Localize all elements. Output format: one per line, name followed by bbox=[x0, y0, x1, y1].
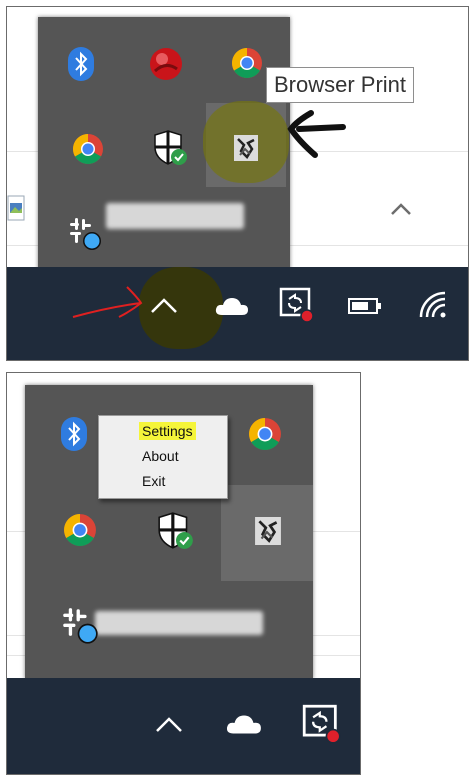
windows-security-icon[interactable] bbox=[153, 129, 189, 167]
onedrive-icon[interactable] bbox=[214, 295, 250, 317]
antivirus-icon[interactable] bbox=[149, 47, 183, 81]
bottom-screenshot-panel: Settings About Exit bbox=[6, 372, 361, 775]
chevron-up-icon[interactable] bbox=[389, 201, 413, 217]
chrome-icon[interactable] bbox=[231, 47, 263, 79]
wifi-icon[interactable] bbox=[417, 289, 449, 321]
chrome-icon[interactable] bbox=[248, 417, 282, 451]
menu-item-label: About bbox=[142, 448, 179, 464]
browser-print-icon[interactable] bbox=[255, 517, 281, 545]
show-hidden-icons-chevron[interactable] bbox=[149, 297, 179, 315]
slack-icon[interactable] bbox=[68, 217, 104, 253]
battery-icon[interactable] bbox=[348, 297, 382, 315]
windows-security-icon[interactable] bbox=[157, 511, 195, 551]
browser-print-icon-highlighted[interactable] bbox=[234, 135, 258, 161]
blurred-background-text bbox=[106, 203, 244, 229]
menu-item-exit[interactable]: Exit bbox=[99, 470, 227, 495]
menu-item-label: Settings bbox=[139, 422, 196, 440]
taskbar bbox=[7, 267, 468, 360]
menu-item-settings[interactable]: Settings bbox=[99, 420, 227, 445]
slack-icon[interactable] bbox=[61, 607, 101, 647]
red-arrow-annotation bbox=[72, 286, 143, 318]
browser-print-tooltip: Browser Print bbox=[266, 67, 415, 103]
show-hidden-icons-chevron[interactable] bbox=[153, 716, 185, 734]
onedrive-icon[interactable] bbox=[225, 712, 263, 736]
remote-desktop-icon[interactable] bbox=[302, 704, 342, 744]
chrome-icon[interactable] bbox=[72, 133, 104, 165]
remote-desktop-icon[interactable] bbox=[279, 287, 315, 323]
image-file-icon bbox=[7, 195, 25, 221]
menu-item-label: Exit bbox=[142, 473, 166, 489]
browser-print-context-menu: Settings About Exit bbox=[98, 415, 228, 499]
blurred-background-text bbox=[95, 611, 263, 635]
menu-item-about[interactable]: About bbox=[99, 445, 227, 470]
taskbar bbox=[7, 678, 360, 774]
bluetooth-icon[interactable] bbox=[61, 417, 87, 451]
chrome-icon[interactable] bbox=[63, 513, 97, 547]
black-arrow-annotation bbox=[287, 110, 346, 158]
top-screenshot-panel: Browser Print bbox=[6, 6, 469, 361]
bluetooth-icon[interactable] bbox=[68, 47, 94, 81]
